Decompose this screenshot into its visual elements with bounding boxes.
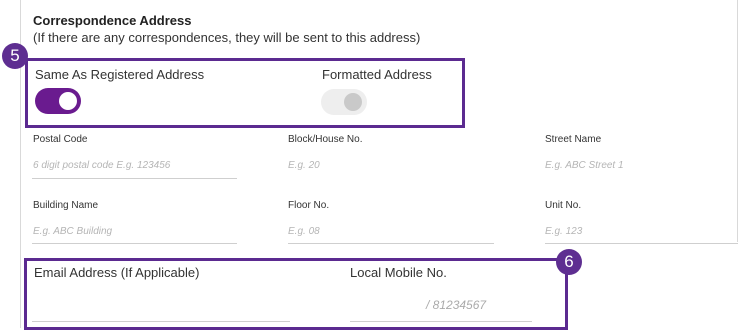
- same-as-registered-label: Same As Registered Address: [35, 67, 205, 82]
- floor-no-input[interactable]: E.g. 08: [288, 226, 320, 237]
- building-name-input[interactable]: E.g. ABC Building: [33, 226, 112, 237]
- email-underline: [32, 321, 290, 322]
- section-title: Correspondence Address: [33, 13, 192, 28]
- section-subtitle: (If there are any correspondences, they …: [33, 30, 421, 45]
- floor-no-label: Floor No.: [288, 200, 330, 211]
- postal-code-underline: [32, 178, 237, 179]
- step-badge-5: 5: [2, 43, 28, 69]
- building-name-underline: [32, 243, 237, 244]
- unit-no-label: Unit No.: [545, 200, 582, 211]
- building-name-label: Building Name: [33, 200, 99, 211]
- email-address-label: Email Address (If Applicable): [34, 265, 200, 280]
- same-as-registered-toggle[interactable]: [35, 88, 81, 114]
- local-mobile-label: Local Mobile No.: [350, 265, 447, 280]
- block-house-label: Block/House No.: [288, 134, 363, 145]
- panel-right-border: [737, 0, 738, 242]
- unit-no-underline: [545, 243, 738, 244]
- postal-code-label: Postal Code: [33, 134, 88, 145]
- block-house-input[interactable]: E.g. 20: [288, 160, 320, 171]
- street-name-input[interactable]: E.g. ABC Street 1: [545, 160, 624, 171]
- toggle-knob: [344, 93, 362, 111]
- formatted-address-label: Formatted Address: [322, 67, 432, 82]
- local-mobile-underline: [350, 321, 532, 322]
- formatted-address-toggle[interactable]: [321, 89, 367, 115]
- local-mobile-input[interactable]: / 81234567: [426, 298, 486, 312]
- unit-no-input[interactable]: E.g. 123: [545, 226, 582, 237]
- toggle-knob: [59, 92, 77, 110]
- street-name-label: Street Name: [545, 134, 602, 145]
- step-badge-6: 6: [556, 249, 582, 275]
- floor-no-underline: [288, 243, 494, 244]
- postal-code-input[interactable]: 6 digit postal code E.g. 123456: [33, 160, 170, 171]
